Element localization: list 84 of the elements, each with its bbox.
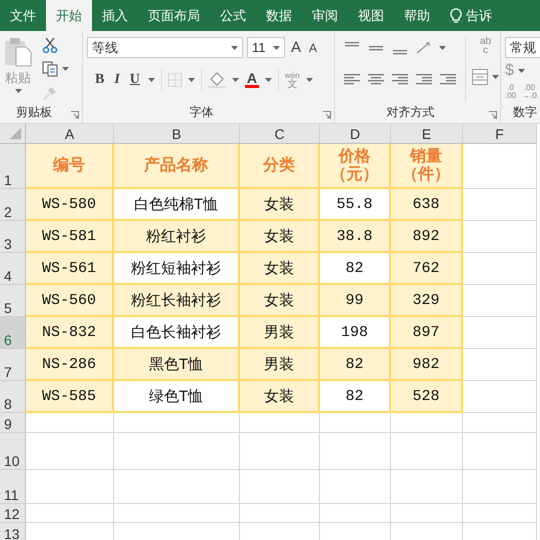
column-header[interactable]: F	[463, 124, 537, 144]
table-cell: 女装	[240, 381, 320, 413]
table-cell: 82	[320, 381, 391, 413]
table-cell: 女装	[240, 285, 320, 317]
row-header[interactable]: 10	[0, 433, 26, 470]
table-cell: 粉红衬衫	[114, 221, 240, 253]
table-cell: 892	[391, 221, 463, 253]
table-cell: 男装	[240, 349, 320, 381]
table-cell: 白色长袖衬衫	[114, 317, 240, 349]
ribbon-tab[interactable]: 告诉	[440, 0, 502, 31]
group-label: 字体	[188, 104, 214, 120]
ribbon-tab[interactable]: 视图	[348, 0, 394, 31]
row-header[interactable]: 12	[0, 504, 26, 523]
bold-button[interactable]: B	[93, 72, 106, 88]
row-header[interactable]: 2	[0, 189, 26, 221]
group-label: 对齐方式	[386, 104, 436, 120]
column-header[interactable]: B	[114, 124, 240, 144]
number-format-field[interactable]: 常规	[505, 37, 540, 58]
column-header[interactable]: D	[320, 124, 391, 144]
ribbon-tab[interactable]: 文件	[0, 0, 46, 31]
ribbon-tab[interactable]: 页面布局	[138, 0, 210, 31]
table-cell: 55.8	[320, 189, 391, 221]
column-header[interactable]: E	[391, 124, 463, 144]
table-cell: 粉红短袖衬衫	[114, 253, 240, 285]
table-cell: 销量（件）	[391, 144, 463, 189]
table-cell: 白色纯棉T恤	[114, 189, 240, 221]
table-cell: WS-561	[26, 253, 114, 285]
table-cell: 82	[320, 253, 391, 285]
row-header[interactable]: 8	[0, 381, 26, 413]
row-header[interactable]: 1	[0, 144, 26, 189]
row-header[interactable]: 4	[0, 253, 26, 285]
ribbon-tab[interactable]: 审阅	[302, 0, 348, 31]
ribbon-tab[interactable]: 公式	[210, 0, 256, 31]
font-name: 等线	[92, 38, 118, 56]
table-cell: 粉红长袖衬衫	[114, 285, 240, 317]
row-header[interactable]: 9	[0, 413, 26, 433]
table-cell: 价格（元）	[320, 144, 391, 189]
underline-button[interactable]: U	[128, 72, 142, 88]
table-cell: 女装	[240, 253, 320, 285]
ribbon-tab[interactable]: 开始	[46, 0, 92, 31]
table-cell: 329	[391, 285, 463, 317]
table-cell: 分类	[240, 144, 320, 189]
table-cell: 绿色T恤	[114, 381, 240, 413]
row-header[interactable]: 6	[0, 317, 26, 349]
column-header[interactable]: A	[26, 124, 114, 144]
column-header[interactable]: C	[240, 124, 320, 144]
table-cell: 编号	[26, 144, 114, 189]
grow-font-button[interactable]: A	[289, 39, 304, 56]
table-cell: 638	[391, 189, 463, 221]
table-cell: 198	[320, 317, 391, 349]
italic-button[interactable]: I	[112, 72, 122, 88]
table-cell: 38.8	[320, 221, 391, 253]
group-label: 数字	[512, 104, 538, 120]
table-cell: 897	[391, 317, 463, 349]
table-cell: 黑色T恤	[114, 349, 240, 381]
table-cell: NS-832	[26, 317, 114, 349]
font-color-button[interactable]: A	[244, 72, 259, 88]
table-cell: 982	[391, 349, 463, 381]
ribbon-tab[interactable]: 数据	[256, 0, 302, 31]
row-header[interactable]: 5	[0, 285, 26, 317]
font-size-field[interactable]: 11	[247, 37, 285, 58]
ribbon-tab[interactable]: 帮助	[394, 0, 440, 31]
shrink-font-button[interactable]: A	[307, 40, 320, 54]
table-cell: WS-581	[26, 221, 114, 253]
table-cell: WS-560	[26, 285, 114, 317]
table-cell: 女装	[240, 189, 320, 221]
table-cell: 82	[320, 349, 391, 381]
table-cell: 产品名称	[114, 144, 240, 189]
table-cell: WS-585	[26, 381, 114, 413]
row-header[interactable]: 11	[0, 470, 26, 504]
table-cell: 762	[391, 253, 463, 285]
table-cell: 99	[320, 285, 391, 317]
group-label: 剪贴板	[15, 104, 53, 120]
row-header[interactable]: 13	[0, 523, 26, 540]
table-cell: NS-286	[26, 349, 114, 381]
row-header[interactable]: 7	[0, 349, 26, 381]
row-header[interactable]: 3	[0, 221, 26, 253]
table-cell: 女装	[240, 221, 320, 253]
font-size: 11	[252, 40, 266, 55]
table-cell: WS-580	[26, 189, 114, 221]
font-name-field[interactable]: 等线	[87, 37, 243, 58]
table-cell: 528	[391, 381, 463, 413]
ribbon-tab[interactable]: 插入	[92, 0, 138, 31]
table-cell: 男装	[240, 317, 320, 349]
